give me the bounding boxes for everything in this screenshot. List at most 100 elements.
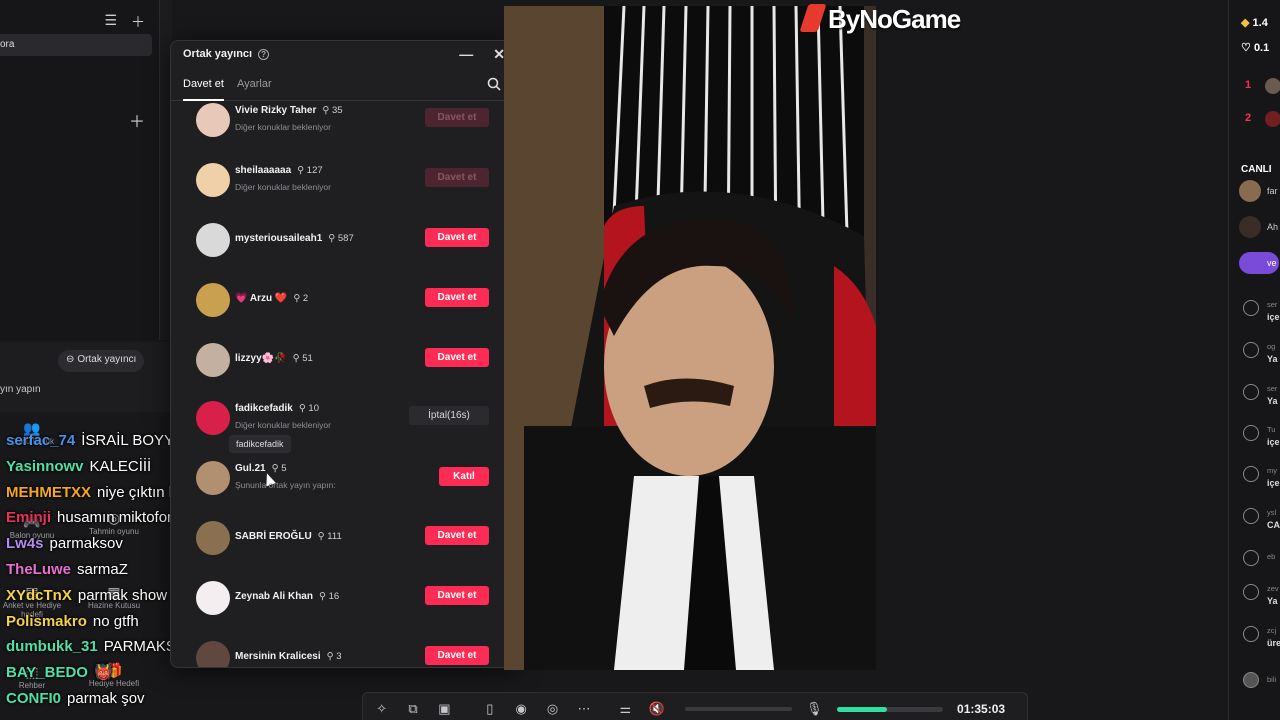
avatar: [196, 223, 230, 257]
magic-icon[interactable]: ✧: [373, 701, 390, 717]
activity-text: içe: [1267, 312, 1280, 322]
cohost-list: Vivie Rizky Taher ⚲ 35 Diğer konuklar bek…: [171, 101, 511, 667]
follower-count: ⚲ 3: [327, 651, 342, 662]
cohost-name: Mersinin Kralicesi ⚲ 3: [235, 651, 342, 662]
chat-username: Lw4s: [6, 535, 44, 553]
microphone-icon[interactable]: 🎙: [806, 701, 823, 717]
streamer-video: [504, 6, 876, 670]
chat-line: CONFI0 parmak şov: [6, 686, 306, 712]
name-text: lizzyy🌸🥀: [235, 353, 287, 364]
invite-button[interactable]: Davet et: [425, 288, 489, 307]
tab-invite[interactable]: Davet et: [183, 67, 224, 101]
invite-button[interactable]: Davet et: [425, 348, 489, 367]
count-text: 35: [331, 105, 343, 116]
chat-username: dumbukk_31: [6, 638, 98, 656]
link-icon: ⊖: [66, 354, 75, 365]
list-icon[interactable]: ☰: [104, 12, 117, 32]
rank-number: 1: [1245, 79, 1252, 91]
cohost-name: lizzyy🌸🥀 ⚲ 51: [235, 353, 313, 364]
diamond-count: 1.4: [1252, 17, 1268, 29]
activity-text: üre: [1267, 638, 1280, 648]
mixer-icon[interactable]: ⚌: [617, 701, 634, 717]
avatar: [196, 581, 230, 615]
cohost-name: SABRİ EROĞLU ⚲ 111: [235, 531, 342, 542]
volume-slider[interactable]: [685, 707, 792, 711]
cohost-status: Diğer konuklar bekleniyor: [235, 182, 331, 192]
count-text: 587: [337, 233, 354, 244]
cohost-row: Zeynab Ali Khan ⚲ 16 Davet et: [171, 579, 511, 639]
chat-message: no gtfh: [92, 612, 139, 630]
record-icon[interactable]: ◉: [513, 701, 530, 717]
phone-icon[interactable]: ▯: [481, 701, 498, 717]
camera-icon[interactable]: ◎: [544, 701, 561, 717]
avatar[interactable]: [1239, 180, 1261, 202]
person-icon: ⚲: [298, 403, 306, 414]
count-text: 111: [327, 531, 342, 542]
invite-button[interactable]: Davet et: [425, 108, 489, 127]
guest-name: ve: [1267, 258, 1277, 268]
person-icon: ⚲: [293, 293, 301, 304]
selected-scene[interactable]: ora: [0, 34, 152, 56]
count-text: 16: [328, 591, 340, 602]
cohost-name: 💗 Arzu ❤️ ⚲ 2: [235, 293, 308, 304]
cohost-row: fadikcefadik ⚲ 10 Diğer konuklar bekleniy…: [171, 399, 511, 459]
invite-button[interactable]: Davet et: [425, 168, 489, 187]
help-icon[interactable]: ?: [258, 48, 270, 60]
dialog-header: Ortak yayıncı ? — ✕: [171, 41, 517, 67]
tab-settings[interactable]: Ayarlar: [237, 67, 272, 101]
logo-mark: [799, 4, 827, 32]
invite-button[interactable]: Davet et: [425, 526, 489, 545]
name-text: Gul.21: [235, 463, 266, 474]
speaker-muted-icon[interactable]: 🔇: [648, 701, 665, 717]
name-text: SABRİ EROĞLU: [235, 531, 312, 542]
cohost-row: SABRİ EROĞLU ⚲ 111 Davet et: [171, 519, 511, 579]
bynogame-logo: ByNoGame: [799, 4, 961, 35]
add-icon[interactable]: ＋: [131, 12, 145, 32]
cohost-name: Gul.21 ⚲ 5: [235, 463, 286, 474]
user-icon: [1243, 300, 1259, 316]
invite-button[interactable]: Davet et: [425, 646, 489, 665]
heart-icon: ♡: [1241, 42, 1251, 54]
person-icon: ⚲: [271, 463, 279, 474]
cohost-chip[interactable]: ⊖ Ortak yayıncı: [58, 350, 145, 372]
cta-text: yın yapın: [0, 384, 41, 395]
cohost-name: mysteriousaileah1 ⚲ 587: [235, 233, 354, 244]
cohost-name: fadikcefadik ⚲ 10: [235, 403, 319, 414]
cohost-status: Şununla ortak yayın yapın:: [235, 480, 336, 490]
follower-count: ⚲ 587: [328, 233, 353, 244]
chat-message: niye çıktın la: [97, 483, 181, 501]
activity-user: ser: [1267, 300, 1278, 309]
user-icon: [1243, 466, 1259, 482]
join-button[interactable]: Katıl: [439, 467, 489, 486]
chat-message: parmak show: [77, 586, 168, 604]
invite-button[interactable]: Davet et: [425, 228, 489, 247]
avatar: [196, 521, 230, 555]
cohost-row: 💗 Arzu ❤️ ⚲ 2 Davet et: [171, 281, 511, 341]
cancel-invite-button[interactable]: İptal(16s): [409, 406, 489, 425]
diamond-icon: ◆: [1241, 17, 1250, 29]
avatar[interactable]: [1265, 111, 1280, 127]
screen-icon[interactable]: ▣: [436, 701, 453, 717]
scenes-toolbar: ☰ ＋: [104, 12, 145, 32]
activity-user: ysl: [1267, 508, 1277, 517]
count-text: 2: [302, 293, 309, 304]
avatar[interactable]: [1265, 78, 1280, 94]
chat-username: BAY_BEDO: [6, 664, 88, 682]
search-icon[interactable]: [487, 77, 501, 91]
avatar[interactable]: [1239, 216, 1261, 238]
follower-count: ⚲ 51: [293, 353, 313, 364]
add-source-icon[interactable]: ＋: [129, 108, 145, 132]
person-icon: ⚲: [326, 651, 334, 662]
follower-count: ⚲ 10: [299, 403, 319, 414]
layout-icon[interactable]: ⧉: [404, 701, 421, 717]
minimize-icon[interactable]: —: [459, 46, 473, 63]
chat-username: Eminji: [6, 509, 52, 527]
likes-stat: ♡ 0.1: [1241, 41, 1269, 54]
activity-user: bili: [1267, 675, 1277, 684]
more-icon[interactable]: ⋯: [575, 701, 592, 717]
stream-timer: 01:35:03: [957, 702, 1006, 716]
user-icon: [1243, 384, 1259, 400]
chat-message: parmaksov: [49, 535, 123, 553]
activity-text: içe: [1267, 437, 1280, 447]
invite-button[interactable]: Davet et: [425, 586, 489, 605]
